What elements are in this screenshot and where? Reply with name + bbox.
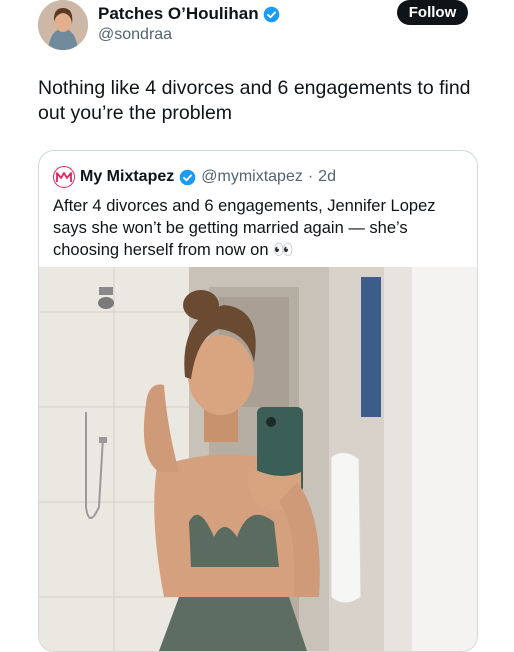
quoted-verified-badge-icon	[179, 169, 196, 185]
mixtapez-logo-icon	[56, 172, 72, 182]
quoted-tweet-card[interactable]: My Mixtapez @mymixtapez · 2d After 4 div…	[38, 150, 478, 652]
quoted-tweet-image[interactable]	[39, 267, 477, 651]
quoted-author-handle[interactable]: @mymixtapez	[201, 168, 303, 186]
quoted-author-avatar[interactable]	[53, 166, 75, 188]
follow-button[interactable]: Follow	[397, 0, 468, 25]
author-avatar[interactable]	[38, 0, 88, 50]
quoted-tweet-text: After 4 divorces and 6 engagements, Jenn…	[53, 197, 436, 259]
tweet-text: Nothing like 4 divorces and 6 engagement…	[38, 77, 471, 124]
author-display-name[interactable]: Patches O’Houlihan	[98, 4, 259, 24]
verified-badge-icon	[263, 6, 279, 22]
author-handle[interactable]: @sondraa	[98, 26, 172, 44]
quoted-author-name[interactable]: My Mixtapez	[80, 168, 174, 186]
quoted-tweet-header: My Mixtapez @mymixtapez · 2d	[53, 165, 336, 189]
dot-separator: ·	[307, 168, 314, 185]
quoted-timestamp[interactable]: 2d	[318, 168, 336, 186]
